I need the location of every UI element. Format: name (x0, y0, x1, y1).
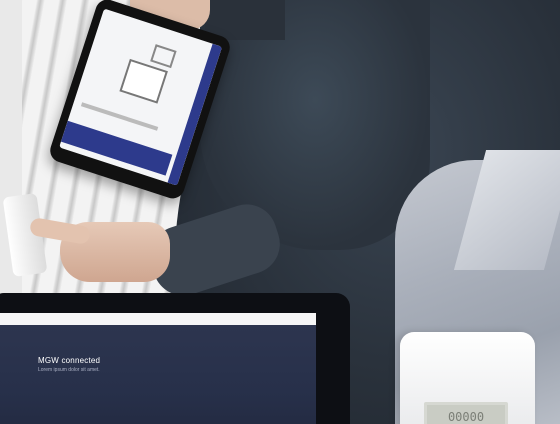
photo-scene: MGW connected Lorem ipsum dolor sit amet… (0, 0, 560, 424)
connection-status-title: MGW connected (38, 356, 101, 365)
tablet-diagram-icon (119, 58, 168, 104)
tablet-text-line (80, 102, 159, 131)
connection-status-subtitle: Lorem ipsum dolor sit amet. (38, 367, 100, 373)
laptop-topbar (0, 313, 316, 325)
laptop-device: MGW connected Lorem ipsum dolor sit amet… (0, 293, 350, 424)
heat-meter-device: 00000 (400, 332, 535, 424)
laptop-screen: MGW connected Lorem ipsum dolor sit amet… (0, 313, 316, 424)
tablet-diagram-icon (150, 44, 177, 69)
meter-lcd-display: 00000 (424, 402, 508, 424)
